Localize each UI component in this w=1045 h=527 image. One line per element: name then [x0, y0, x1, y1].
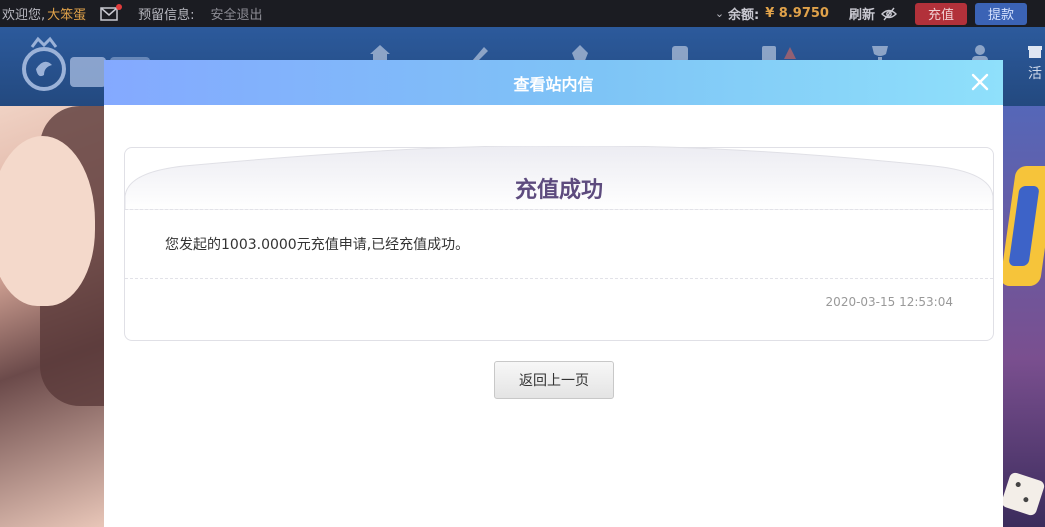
- modal-header: 查看站内信: [104, 60, 1003, 105]
- gift-icon: [1028, 46, 1042, 58]
- nav-item-promotions[interactable]: 活: [1025, 43, 1045, 103]
- top-bar: 欢迎您, 大笨蛋 预留信息: 安全退出 ⌄ 余额: ¥ 8.9750 刷新 充值…: [0, 0, 1045, 27]
- recharge-button[interactable]: 充值: [915, 2, 967, 25]
- mail-icon[interactable]: [100, 3, 123, 21]
- message-modal: 查看站内信 充值成功 您发起的1003.0000元充值申请,已经充值成功。 20…: [104, 60, 1003, 527]
- divider: [125, 209, 993, 210]
- message-body: 您发起的1003.0000元充值申请,已经充值成功。: [165, 237, 470, 253]
- reserve-info-label: 预留信息:: [138, 8, 195, 23]
- balance-value: ¥ 8.9750: [765, 6, 829, 21]
- message-title: 充值成功: [514, 178, 603, 203]
- unread-dot: [116, 3, 123, 10]
- username-link[interactable]: 大笨蛋: [47, 4, 86, 23]
- refresh-link[interactable]: 刷新: [849, 4, 875, 23]
- message-card: 充值成功 您发起的1003.0000元充值申请,已经充值成功。 2020-03-…: [124, 146, 994, 341]
- chevron-down-icon[interactable]: ⌄: [715, 7, 724, 20]
- welcome-text: 欢迎您,: [2, 8, 46, 23]
- balance-label: 余额:: [728, 8, 760, 23]
- divider: [125, 278, 993, 279]
- back-button[interactable]: 返回上一页: [494, 361, 614, 399]
- modal-title: 查看站内信: [513, 74, 594, 94]
- banner-model-image: [0, 106, 110, 527]
- eye-hide-icon[interactable]: [881, 7, 897, 21]
- close-icon[interactable]: [969, 71, 991, 93]
- logout-link[interactable]: 安全退出: [211, 4, 263, 23]
- message-timestamp: 2020-03-15 12:53:04: [825, 295, 953, 309]
- withdraw-button[interactable]: 提款: [975, 2, 1027, 25]
- nav-label-promotions: 活: [1028, 66, 1042, 82]
